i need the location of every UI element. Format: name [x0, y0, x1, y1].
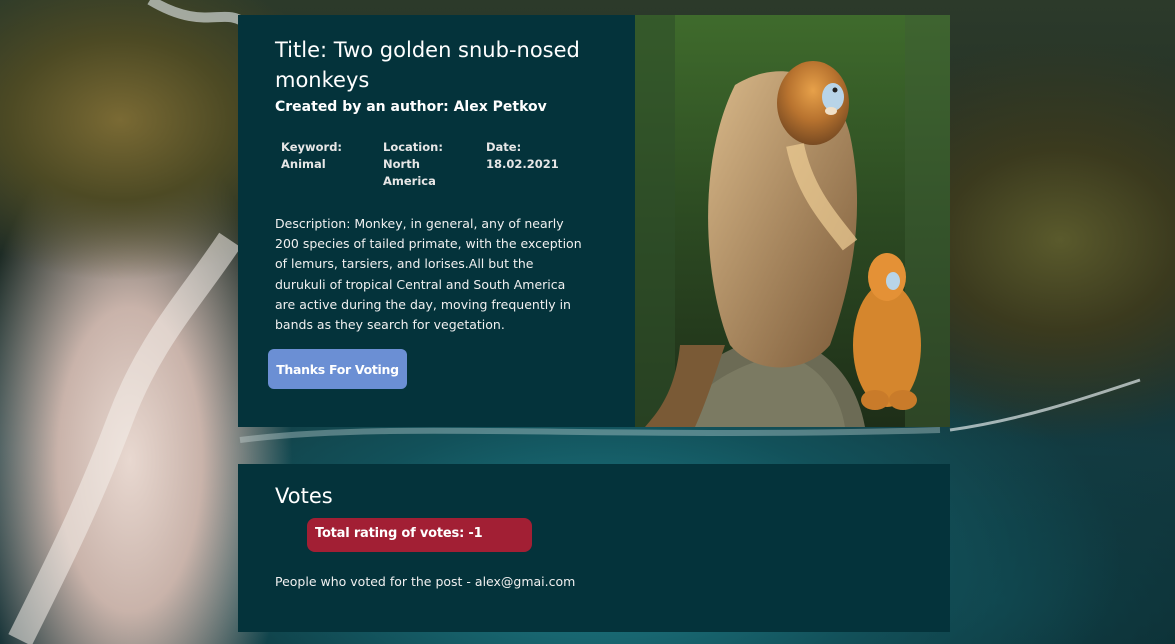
post-image — [635, 15, 950, 427]
thanks-for-voting-button[interactable]: Thanks For Voting — [268, 349, 407, 389]
post-author: Created by an author: Alex Petkov — [275, 99, 547, 115]
post-keyword: Keyword: Animal — [281, 140, 343, 171]
voters-list: People who voted for the post - alex@gma… — [275, 574, 576, 589]
post-meta: Keyword: Animal Location: North America … — [281, 139, 635, 190]
post-location: Location: North America — [383, 140, 443, 188]
post-description: Description: Monkey, in general, any of … — [275, 216, 582, 333]
post-date: Date: 18.02.2021 — [486, 140, 559, 171]
post-card: Title: Two golden snub-nosed monkeys Cre… — [238, 15, 950, 427]
total-rating-badge: Total rating of votes: -1 — [307, 518, 532, 552]
votes-card: Votes Total rating of votes: -1 People w… — [238, 464, 950, 632]
post-info: Title: Two golden snub-nosed monkeys Cre… — [238, 15, 635, 427]
post-title: Title: Two golden snub-nosed monkeys — [275, 38, 580, 92]
votes-heading: Votes — [275, 484, 333, 508]
